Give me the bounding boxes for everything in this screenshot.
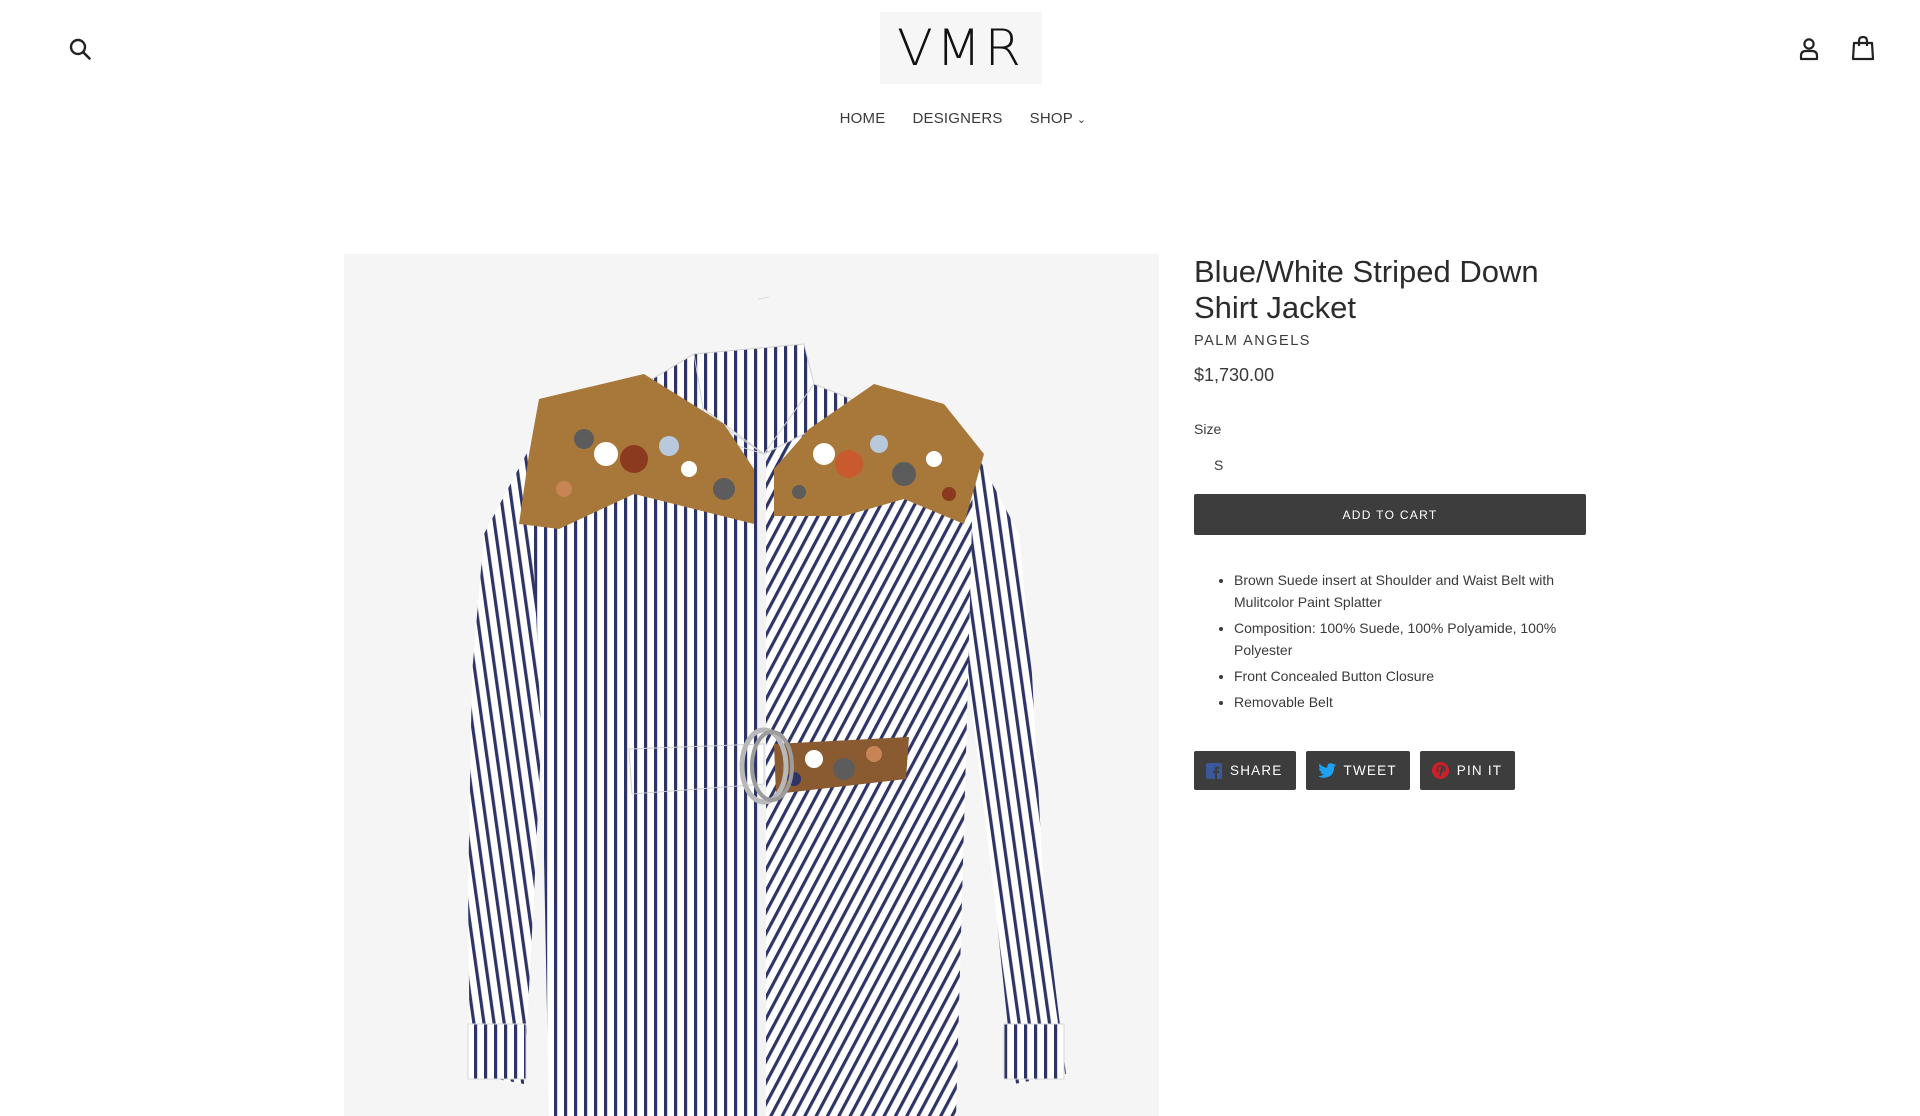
- product-price: $1,730.00: [1194, 365, 1275, 385]
- description-item: Composition: 100% Suede, 100% Polyamide,…: [1234, 617, 1586, 661]
- facebook-icon: [1206, 762, 1222, 779]
- size-select[interactable]: S: [1194, 446, 1586, 484]
- cart-button[interactable]: [1843, 28, 1883, 68]
- product-description: Brown Suede insert at Shoulder and Waist…: [1194, 569, 1586, 713]
- social-sharing: SHARE TWEET PIN IT: [1194, 751, 1586, 790]
- account-icon: [1799, 38, 1819, 61]
- search-button[interactable]: [60, 29, 100, 69]
- product-vendor[interactable]: PALM ANGELS: [1194, 333, 1586, 349]
- description-item: Front Concealed Button Closure: [1234, 665, 1586, 687]
- pinterest-icon: [1431, 762, 1449, 779]
- site-logo[interactable]: VMR: [880, 12, 1042, 84]
- add-to-cart-button[interactable]: ADD TO CART: [1194, 494, 1586, 535]
- size-label: Size: [1194, 421, 1222, 437]
- account-button[interactable]: [1789, 29, 1829, 69]
- size-selected-value: S: [1214, 457, 1224, 473]
- site-header: VMR HOME DESIGNERS SHOP ⌄: [0, 0, 1920, 150]
- tweet-label: TWEET: [1343, 763, 1397, 778]
- nav-item-shop[interactable]: SHOP ⌄: [1030, 110, 1087, 127]
- share-label: SHARE: [1230, 763, 1283, 778]
- search-icon: [69, 38, 91, 60]
- product-photo: [467, 296, 1066, 1116]
- nav-item-label: HOME: [839, 110, 886, 127]
- chevron-down-icon: ⌄: [1076, 114, 1087, 126]
- add-to-cart-label: ADD TO CART: [1342, 507, 1438, 522]
- main-nav: HOME DESIGNERS SHOP ⌄: [0, 110, 1920, 127]
- pinterest-pin-button[interactable]: PIN IT: [1419, 751, 1516, 790]
- description-item: Removable Belt: [1234, 691, 1586, 713]
- twitter-icon: [1317, 763, 1336, 778]
- facebook-share-button[interactable]: SHARE: [1194, 751, 1296, 790]
- product-image[interactable]: [344, 254, 1159, 1116]
- product-info: Blue/White Striped Down Shirt Jacket PAL…: [1194, 254, 1586, 790]
- nav-item-home[interactable]: HOME: [840, 110, 886, 127]
- nav-item-label: SHOP: [1029, 110, 1073, 127]
- product-title: Blue/White Striped Down Shirt Jacket: [1194, 254, 1539, 325]
- cart-icon: [1851, 35, 1875, 61]
- twitter-tweet-button[interactable]: TWEET: [1305, 751, 1410, 790]
- logo-text: VMR: [897, 19, 1025, 77]
- nav-item-designers[interactable]: DESIGNERS: [912, 110, 1002, 127]
- pin-label: PIN IT: [1456, 763, 1503, 778]
- description-item: Brown Suede insert at Shoulder and Waist…: [1234, 569, 1586, 613]
- nav-item-label: DESIGNERS: [912, 110, 1003, 127]
